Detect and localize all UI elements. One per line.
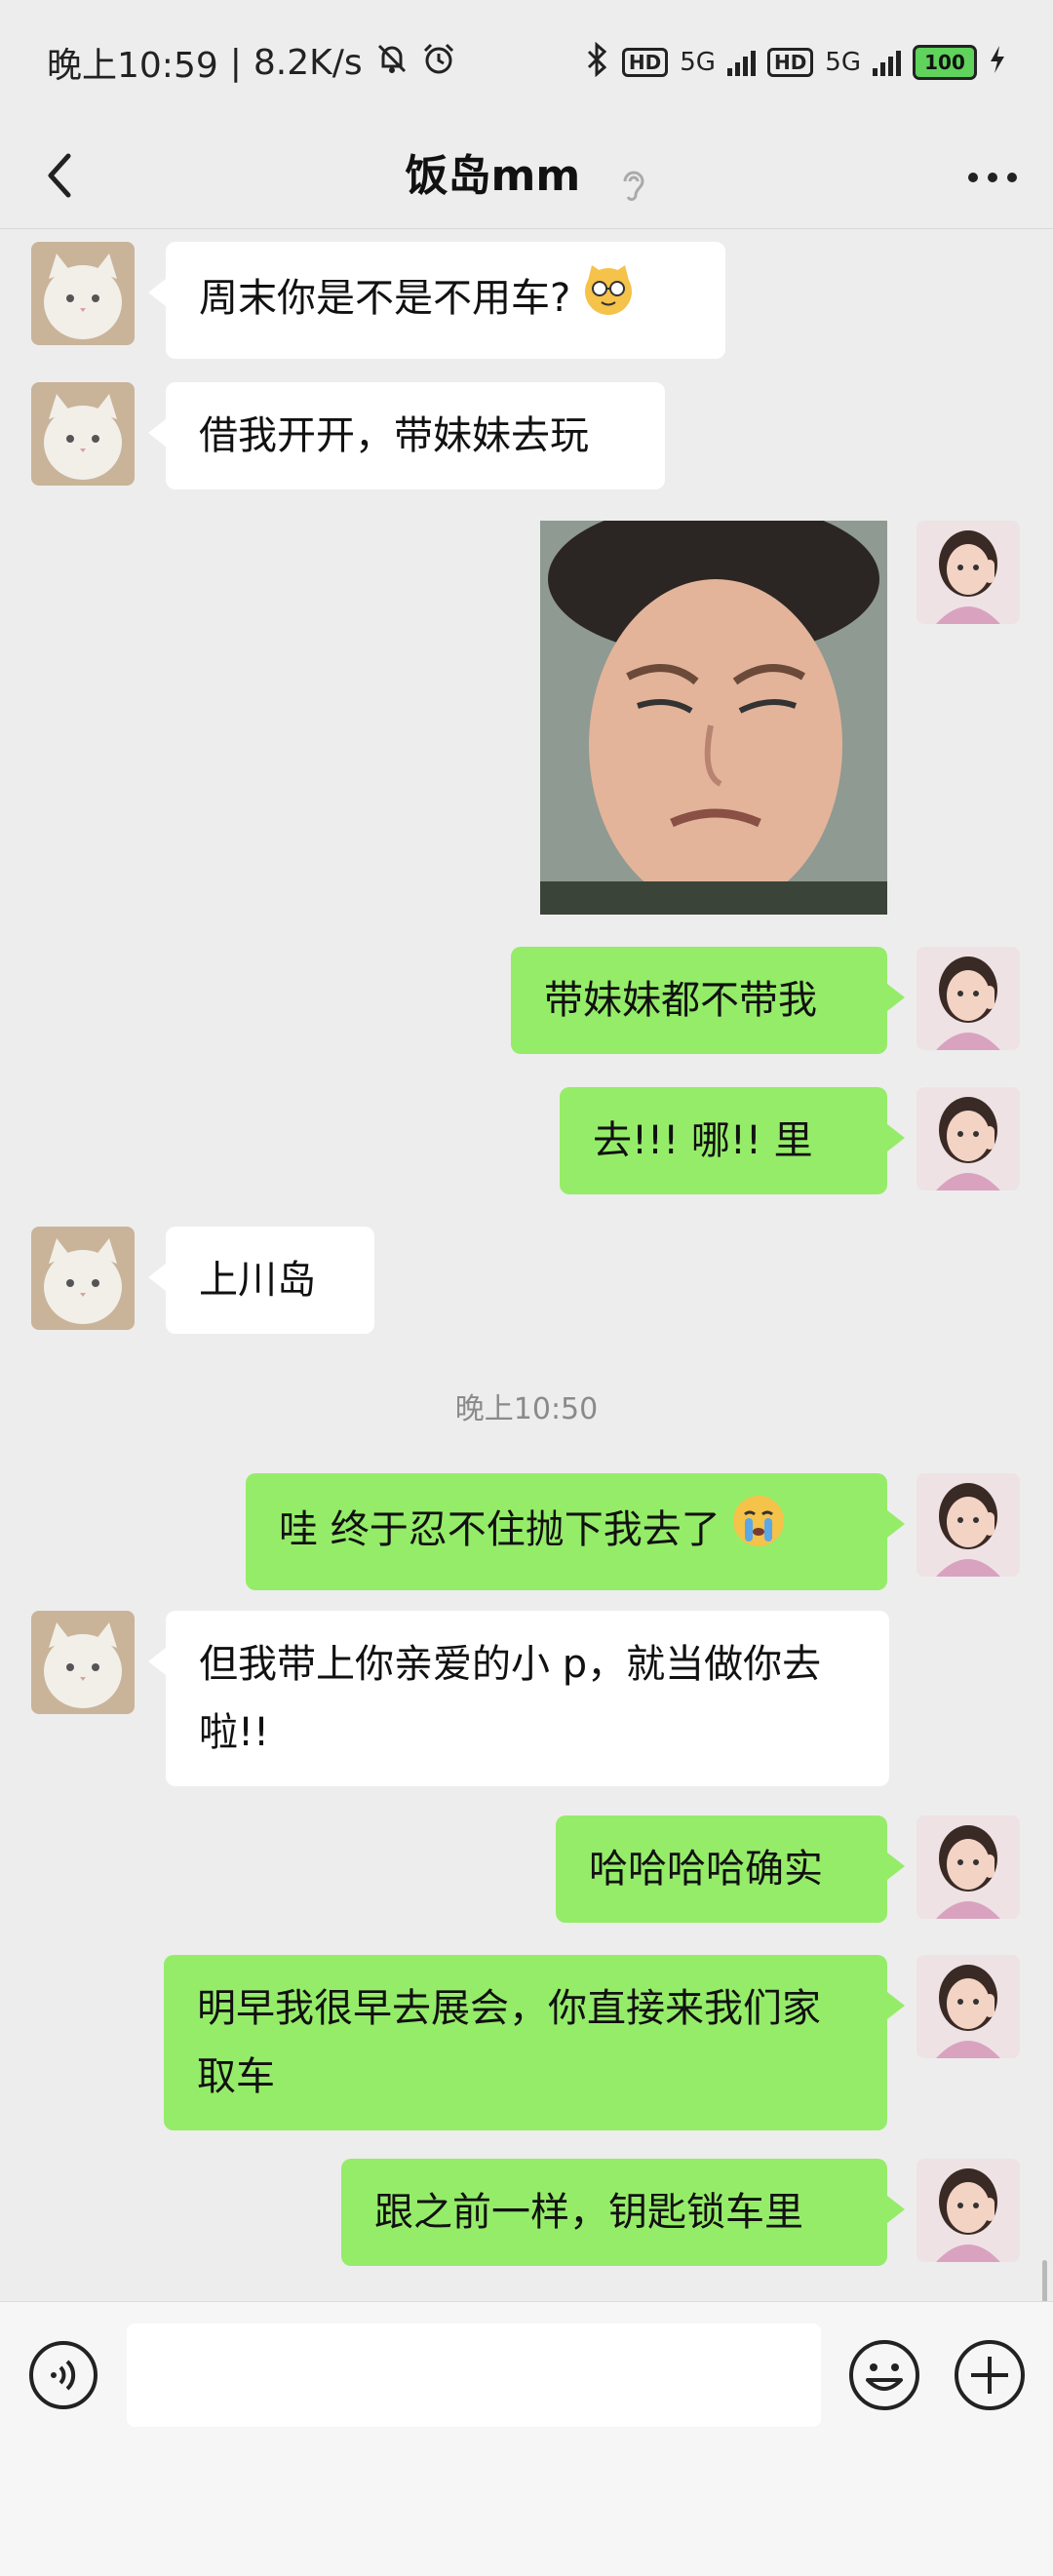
bluetooth-icon [585,41,610,84]
status-net-speed: 8.2K/s [253,42,363,83]
message-row: 去!!! 哪!! 里 [0,1087,1053,1194]
message-bubble-outgoing[interactable]: 明早我很早去展会，你直接来我们家取车 [164,1955,905,2130]
message-bubble-outgoing[interactable]: 跟之前一样，钥匙锁车里 [341,2159,905,2266]
message-bubble-outgoing[interactable]: 带妹妹都不带我 [511,947,905,1054]
message-text: 借我开开，带妹妹去玩 [199,413,589,458]
chat-header: 饭岛mm [0,125,1053,229]
plus-icon[interactable] [952,2337,1028,2413]
message-text: 周末你是不是不用车? [199,276,571,321]
cat-glasses-emoji [580,261,637,339]
message-text: 跟之前一样，钥匙锁车里 [374,2190,803,2235]
earpiece-mode-icon [619,159,648,201]
status-left: 晚上10:59 | 8.2K/s [47,37,456,88]
chat-title: 饭岛mm [0,142,1053,211]
status-separator: | [229,42,242,83]
network-label-2: 5G [825,48,861,77]
message-text: 上川岛 [199,1258,316,1303]
crying-man-meme-image[interactable] [540,521,887,915]
message-input-bar [0,2301,1053,2576]
timestamp: 晚上10:50 [454,1392,599,1426]
contact-avatar[interactable] [31,242,135,345]
battery-indicator: 100 [913,45,977,80]
self-avatar[interactable] [916,521,1020,624]
mute-bell-icon [374,41,410,85]
network-label-1: 5G [680,48,716,77]
message-row: 哈哈哈哈确实 [0,1815,1053,1923]
message-bubble-outgoing[interactable]: 哇 终于忍不住抛下我去了 [246,1473,905,1590]
signal-icon-1 [726,49,756,76]
self-avatar[interactable] [916,1087,1020,1190]
message-bubble-incoming[interactable]: 周末你是不是不用车? [148,242,725,359]
self-avatar[interactable] [916,1955,1020,2058]
charging-icon [989,45,1006,81]
hd-badge-1: HD [621,48,669,77]
message-row [0,521,1053,915]
message-bubble-outgoing[interactable]: 哈哈哈哈确实 [556,1815,905,1923]
message-row: 明早我很早去展会，你直接来我们家取车 [0,1955,1053,2130]
contact-avatar[interactable] [31,1611,135,1714]
message-row: 哇 终于忍不住抛下我去了 [0,1473,1053,1590]
smiley-icon[interactable] [846,2337,922,2413]
more-dots-icon[interactable] [961,158,1024,197]
message-text: 哇 终于忍不住抛下我去了 [279,1507,721,1552]
message-text: 哈哈哈哈确实 [589,1847,823,1892]
voice-icon[interactable] [27,2339,99,2411]
message-bubble-outgoing[interactable]: 去!!! 哪!! 里 [560,1087,905,1194]
message-row: 带妹妹都不带我 [0,947,1053,1054]
contact-avatar[interactable] [31,382,135,486]
message-text: 明早我很早去展会，你直接来我们家取车 [197,1986,821,2099]
hd-badge-2: HD [766,48,814,77]
message-row: 但我带上你亲爱的小 p，就当做你去啦!! [0,1611,1053,1786]
contact-name: 饭岛mm [405,151,581,201]
message-bubble-incoming[interactable]: 借我开开，带妹妹去玩 [148,382,665,489]
crying-face-emoji [730,1493,787,1571]
message-bubble-incoming[interactable]: 上川岛 [148,1227,374,1334]
message-row: 借我开开，带妹妹去玩 [0,382,1053,489]
status-time: 晚上10:59 [47,46,218,86]
message-input[interactable] [127,2323,821,2427]
status-bar: 晚上10:59 | 8.2K/s HD 5G HD 5G 100 [0,0,1053,125]
contact-avatar[interactable] [31,1227,135,1330]
self-avatar[interactable] [916,1473,1020,1577]
message-row: 跟之前一样，钥匙锁车里 [0,2159,1053,2266]
message-text: 去!!! 哪!! 里 [593,1118,813,1163]
chat-messages[interactable]: 周末你是不是不用车? 借我开开，带妹妹去玩 带妹妹都不带我 去!!! 哪!! 里 [0,228,1053,2523]
message-bubble-incoming[interactable]: 但我带上你亲爱的小 p，就当做你去啦!! [148,1611,889,1786]
message-row: 周末你是不是不用车? [0,242,1053,359]
message-text: 但我带上你亲爱的小 p，就当做你去啦!! [199,1642,822,1755]
message-row: 上川岛 [0,1227,1053,1334]
signal-icon-2 [873,49,901,76]
self-avatar[interactable] [916,1815,1020,1919]
alarm-icon [421,41,456,85]
self-avatar[interactable] [916,947,1020,1050]
message-text: 带妹妹都不带我 [544,978,817,1023]
self-avatar[interactable] [916,2159,1020,2262]
status-right: HD 5G HD 5G 100 [585,41,1006,84]
